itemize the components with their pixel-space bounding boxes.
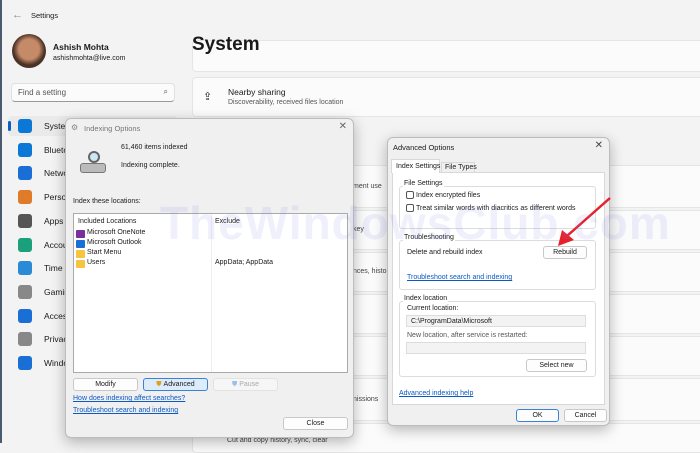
red-arrow-annotation — [558, 197, 611, 246]
